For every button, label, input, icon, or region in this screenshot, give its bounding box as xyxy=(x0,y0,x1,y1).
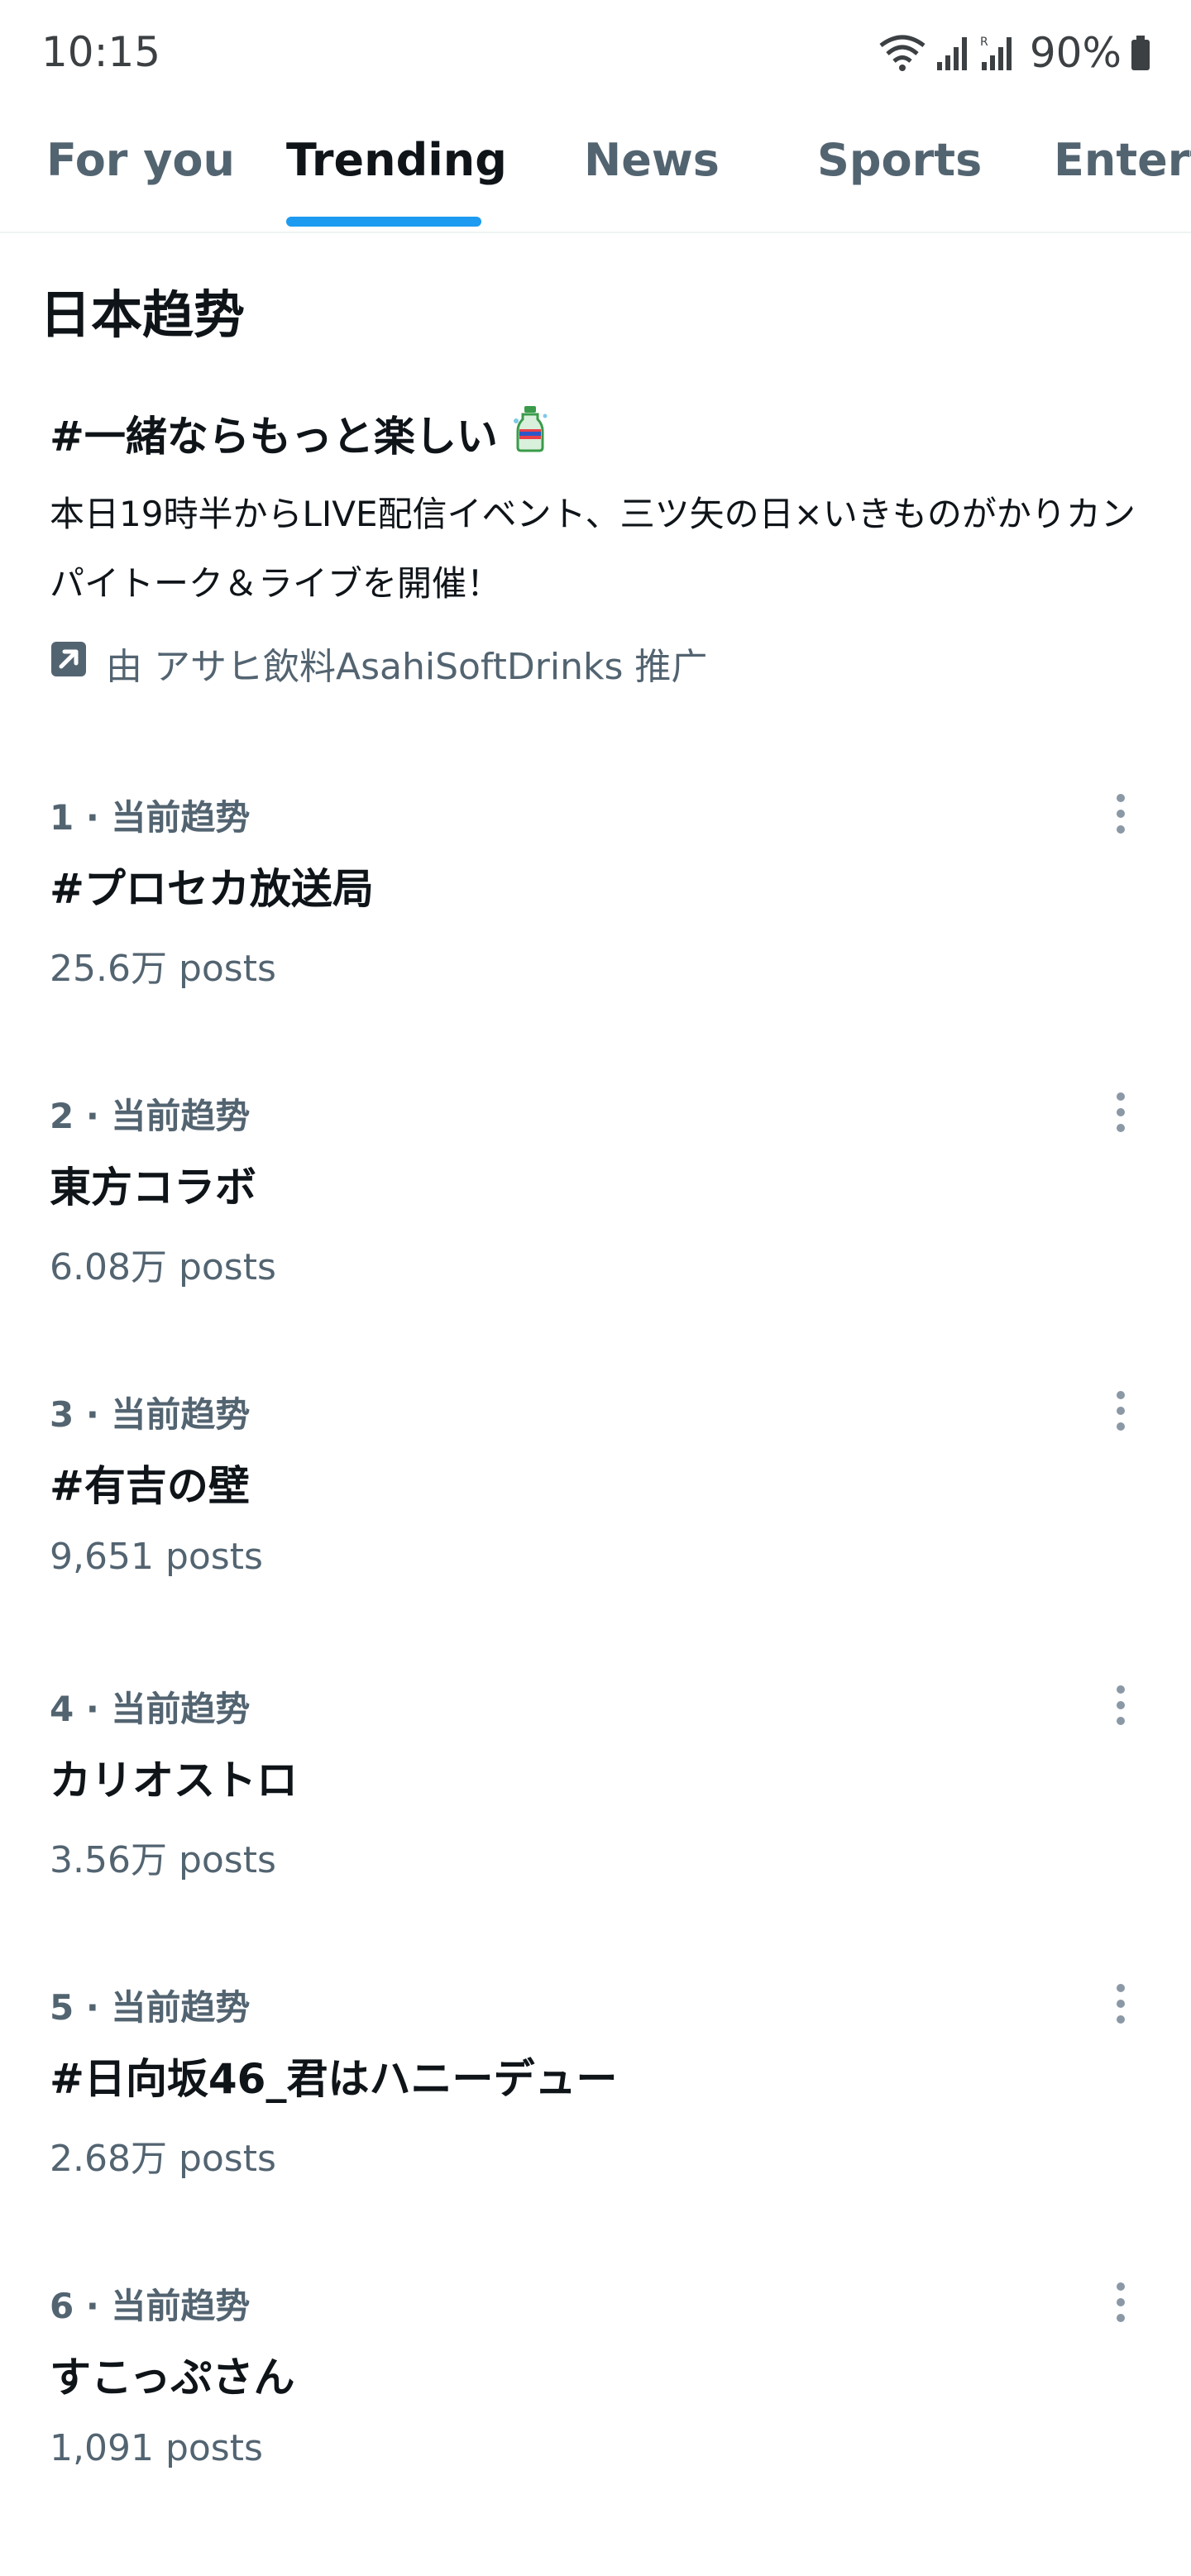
more-options-icon[interactable] xyxy=(1100,1676,1141,1734)
trend-rank-label: 3 · 当前趋势 xyxy=(50,1394,251,1435)
trend-name: #日向坂46_君はハニーデュー xyxy=(50,2055,618,2103)
trend-post-count: 3.56万 posts xyxy=(50,1839,276,1881)
tab-news[interactable]: News xyxy=(584,134,720,186)
trend-item-6[interactable]: 6 · 当前趋势 すこっぷさん 1,091 posts xyxy=(0,2278,1191,2576)
status-time: 10:15 xyxy=(41,28,161,76)
trend-rank-label: 6 · 当前趋势 xyxy=(50,2286,251,2326)
trend-post-count: 1,091 posts xyxy=(50,2427,263,2469)
more-options-icon[interactable] xyxy=(1100,1382,1141,1440)
trend-rank-label: 1 · 当前趋势 xyxy=(50,797,251,838)
bottle-emoji-icon xyxy=(509,404,551,462)
signal-icon xyxy=(935,34,972,72)
battery-icon xyxy=(1130,34,1151,72)
trend-post-count: 6.08万 posts xyxy=(50,1246,276,1288)
trend-item-1[interactable]: 1 · 当前趋势 #プロセカ放送局 25.6万 posts xyxy=(0,790,1191,1087)
tab-trending[interactable]: Trending xyxy=(286,134,507,186)
section-title: 日本趋势 xyxy=(40,284,246,345)
promoted-arrow-icon xyxy=(50,640,88,687)
wifi-icon xyxy=(878,34,927,72)
trend-item-4[interactable]: 4 · 当前趋势 カリオストロ 3.56万 posts xyxy=(0,1681,1191,1979)
promoted-description: 本日19時半からLIVE配信イベント、三ツ矢の日×いきものがかりカンパイトーク＆… xyxy=(50,494,1136,604)
more-options-icon[interactable] xyxy=(1100,1975,1141,2033)
promoted-title-row: #一緒ならもっと楽しい xyxy=(50,404,551,463)
status-icons: R 90% xyxy=(878,28,1151,78)
more-options-icon[interactable] xyxy=(1100,785,1141,843)
trend-name: 東方コラボ xyxy=(50,1164,256,1212)
trend-post-count: 9,651 posts xyxy=(50,1536,263,1578)
promoted-by-row[interactable]: 由 アサヒ飲料AsahiSoftDrinks 推广 xyxy=(50,637,707,690)
promoted-trend[interactable]: #一緒ならもっと楽しい 本日19時半からLIVE配信イベント、三ツ矢の日×いきも… xyxy=(0,380,1191,728)
trend-item-3[interactable]: 3 · 当前趋势 #有吉の壁 9,651 posts xyxy=(0,1387,1191,1685)
trend-item-2[interactable]: 2 · 当前趋势 東方コラボ 6.08万 posts xyxy=(0,1088,1191,1386)
trend-post-count: 2.68万 posts xyxy=(50,2138,276,2180)
trend-rank-label: 4 · 当前趋势 xyxy=(50,1689,251,1729)
trend-item-5[interactable]: 5 · 当前趋势 #日向坂46_君はハニーデュー 2.68万 posts xyxy=(0,1980,1191,2277)
signal-r-icon: R xyxy=(980,34,1016,72)
promoted-by-label: 由 アサヒ飲料AsahiSoftDrinks 推广 xyxy=(106,646,708,688)
tab-for-you[interactable]: For you xyxy=(46,134,235,186)
trend-rank-label: 2 · 当前趋势 xyxy=(50,1096,251,1136)
svg-text:R: R xyxy=(980,36,988,49)
promoted-title: #一緒ならもっと楽しい xyxy=(50,413,498,461)
tab-entertainment[interactable]: Entert xyxy=(1054,134,1191,186)
tab-bar: For you Trending News Sports Entert xyxy=(0,124,1191,233)
active-tab-indicator xyxy=(286,217,481,227)
trend-rank-label: 5 · 当前趋势 xyxy=(50,1987,251,2028)
trend-name: すこっぷさん xyxy=(50,2354,295,2402)
tab-sports[interactable]: Sports xyxy=(817,134,982,186)
trend-post-count: 25.6万 posts xyxy=(50,948,276,990)
more-options-icon[interactable] xyxy=(1100,1083,1141,1141)
trend-name: #プロセカ放送局 xyxy=(50,865,374,913)
more-options-icon[interactable] xyxy=(1100,2273,1141,2331)
trend-name: #有吉の壁 xyxy=(50,1462,250,1510)
status-bar: 10:15 R 90% xyxy=(0,0,1191,108)
trend-name: カリオストロ xyxy=(50,1756,298,1804)
battery-percent: 90% xyxy=(1029,29,1122,77)
